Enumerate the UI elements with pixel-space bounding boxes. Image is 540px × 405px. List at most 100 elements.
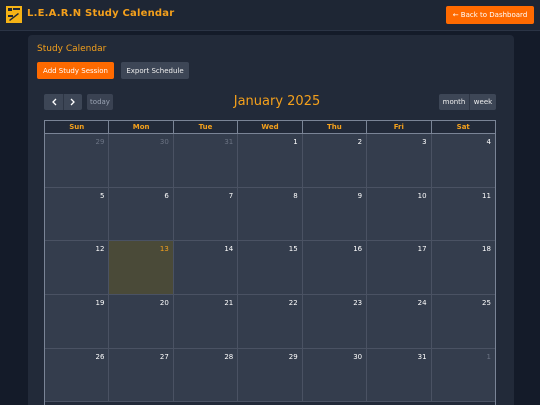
weekday-mon: Mon	[108, 121, 172, 133]
day-cell[interactable]: 10	[366, 187, 431, 241]
left-gutter	[0, 31, 27, 405]
day-number[interactable]: 25	[482, 299, 491, 307]
calendar-weeks: 29 30 31 1 2 3 4 5 6 7 8 9 10 11 12 13 14 15 16 17 18 19 20 21 2…	[45, 134, 495, 403]
weekday-tue: Tue	[172, 121, 237, 133]
week-row: 29 30 31 1 2 3 4	[45, 134, 495, 188]
day-number[interactable]: 10	[418, 192, 427, 200]
day-number[interactable]: 15	[289, 245, 298, 253]
day-number[interactable]: 31	[418, 353, 427, 361]
day-cell[interactable]: 22	[237, 295, 302, 348]
day-number[interactable]: 1	[486, 353, 490, 361]
day-cell[interactable]: 31	[172, 134, 238, 187]
day-number[interactable]: 11	[482, 192, 491, 200]
day-number[interactable]: 8	[293, 192, 297, 200]
day-number[interactable]: 26	[96, 353, 105, 361]
day-number[interactable]: 1	[293, 138, 297, 146]
today-button[interactable]: today	[87, 94, 113, 110]
weekday-thu: Thu	[301, 121, 366, 133]
day-number[interactable]: 19	[96, 299, 105, 307]
day-number[interactable]: 7	[229, 192, 233, 200]
day-cell[interactable]: 19	[45, 295, 109, 348]
day-cell[interactable]: 3	[366, 134, 431, 187]
day-cell[interactable]: 1	[430, 348, 495, 402]
day-cell[interactable]: 29	[237, 348, 302, 402]
right-gutter	[515, 31, 540, 405]
day-number[interactable]: 6	[164, 192, 168, 200]
day-cell[interactable]: 21	[172, 295, 238, 348]
day-number[interactable]: 5	[100, 192, 104, 200]
day-cell[interactable]: 24	[366, 295, 431, 348]
back-to-dashboard-button[interactable]: ← Back to Dashboard	[446, 6, 534, 24]
today-day-cell[interactable]: 13	[108, 241, 173, 295]
next-month-button[interactable]	[63, 94, 82, 110]
day-cell[interactable]: 14	[172, 241, 238, 295]
day-cell[interactable]: 25	[430, 295, 495, 348]
top-bar: L.E.A.R.N Study Calendar ← Back to Dashb…	[0, 0, 540, 31]
day-number[interactable]: 28	[224, 353, 233, 361]
card-title: Study Calendar	[37, 44, 107, 54]
day-cell[interactable]: 2	[301, 134, 367, 187]
day-number[interactable]: 9	[358, 192, 362, 200]
day-number[interactable]: 31	[224, 138, 233, 146]
day-cell[interactable]: 30	[108, 134, 173, 187]
day-number[interactable]: 4	[486, 138, 490, 146]
day-cell[interactable]: 9	[301, 187, 367, 241]
day-number[interactable]: 14	[224, 245, 233, 253]
day-cell[interactable]: 7	[172, 187, 238, 241]
prev-month-button[interactable]	[44, 94, 63, 110]
month-nav	[44, 94, 82, 110]
week-row: 19 20 21 22 23 24 25	[45, 295, 495, 349]
week-row: 12 13 14 15 16 17 18	[45, 241, 495, 296]
day-number[interactable]: 29	[96, 138, 105, 146]
day-number[interactable]: 27	[160, 353, 169, 361]
day-number[interactable]: 3	[422, 138, 426, 146]
weekday-wed: Wed	[237, 121, 301, 133]
calendar-title: January 2025	[233, 94, 321, 109]
add-study-session-button[interactable]: Add Study Session	[37, 62, 114, 79]
day-cell[interactable]: 12	[45, 241, 109, 295]
day-number[interactable]: 30	[353, 353, 362, 361]
day-cell[interactable]: 23	[301, 295, 367, 348]
day-number[interactable]: 29	[289, 353, 298, 361]
weekday-sun: Sun	[69, 123, 85, 131]
export-schedule-button[interactable]: Export Schedule	[121, 62, 189, 79]
day-number[interactable]: 13	[160, 245, 169, 253]
day-cell[interactable]: 16	[301, 241, 367, 295]
month-view-button[interactable]: month	[439, 94, 469, 110]
day-cell[interactable]: 29	[45, 134, 109, 187]
view-switcher: month week	[439, 94, 496, 110]
day-number[interactable]: 18	[482, 245, 491, 253]
weekday-header: Sun Mon Tue Wed Thu Fri Sat	[45, 121, 495, 134]
day-number[interactable]: 22	[289, 299, 298, 307]
calendar-grid: Sun Mon Tue Wed Thu Fri Sat 29 30 31 1 2 3 4 5 6 7 8 9 10 1…	[44, 120, 496, 405]
day-number[interactable]: 30	[160, 138, 169, 146]
chevron-right-icon	[70, 98, 75, 106]
weekday-sat: Sat	[430, 121, 495, 133]
day-cell[interactable]: 8	[237, 187, 302, 241]
day-cell[interactable]: 4	[430, 134, 495, 187]
day-cell[interactable]: 26	[45, 348, 109, 402]
day-number[interactable]: 23	[353, 299, 362, 307]
day-cell[interactable]: 27	[108, 348, 173, 402]
day-cell[interactable]: 1	[237, 134, 302, 187]
day-cell[interactable]: 28	[172, 348, 238, 402]
day-cell[interactable]: 6	[108, 187, 173, 241]
app-title: L.E.A.R.N Study Calendar	[27, 8, 175, 19]
day-cell[interactable]: 5	[45, 187, 109, 241]
day-cell[interactable]: 11	[430, 187, 495, 241]
day-cell[interactable]: 18	[430, 241, 495, 295]
day-cell[interactable]: 30	[301, 348, 367, 402]
day-cell[interactable]: 31	[366, 348, 431, 402]
day-number[interactable]: 12	[96, 245, 105, 253]
day-number[interactable]: 17	[418, 245, 427, 253]
day-number[interactable]: 2	[358, 138, 362, 146]
day-cell[interactable]: 17	[366, 241, 431, 295]
day-number[interactable]: 16	[353, 245, 362, 253]
week-row: 26 27 28 29 30 31 1	[45, 348, 495, 403]
day-number[interactable]: 21	[224, 299, 233, 307]
week-view-button[interactable]: week	[469, 94, 496, 110]
day-number[interactable]: 24	[418, 299, 427, 307]
day-cell[interactable]: 15	[237, 241, 302, 295]
day-cell[interactable]: 20	[108, 295, 173, 348]
day-number[interactable]: 20	[160, 299, 169, 307]
